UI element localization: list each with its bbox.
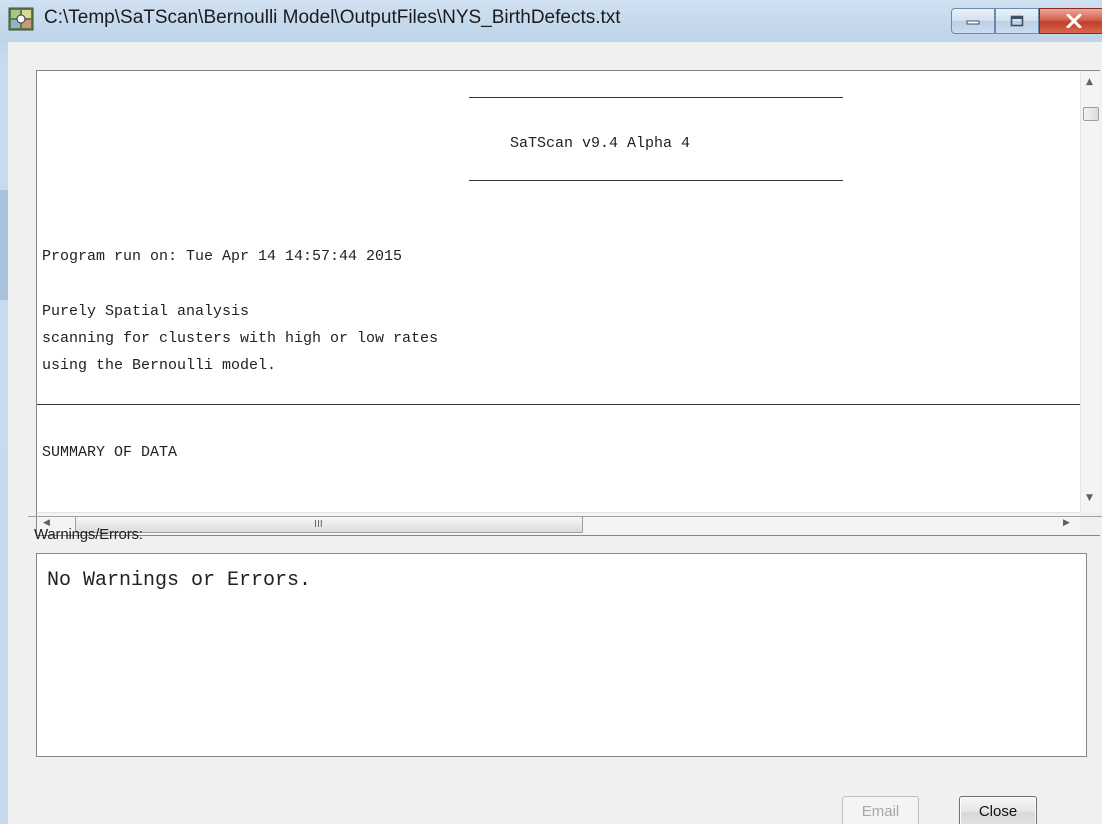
- minimize-icon: [966, 20, 980, 25]
- dialog-client-area: SaTScan v9.4 Alpha 4 Program run on: Tue…: [8, 42, 1102, 824]
- maximize-button[interactable]: [995, 8, 1039, 34]
- maximize-icon: [1010, 15, 1024, 27]
- results-viewport: SaTScan v9.4 Alpha 4 Program run on: Tue…: [37, 71, 1080, 512]
- satscan-app-icon: [8, 7, 34, 31]
- scroll-grip: III: [314, 519, 323, 530]
- analysis-line: using the Bernoulli model.: [42, 357, 277, 374]
- analysis-line: scanning for clusters with high or low r…: [42, 330, 439, 347]
- warnings-text: No Warnings or Errors.: [47, 569, 312, 592]
- separator-line: [28, 516, 1102, 517]
- vertical-scrollbar[interactable]: ▲ ▼: [1080, 71, 1100, 512]
- window-title: C:\Temp\SaTScan\Bernoulli Model\OutputFi…: [44, 7, 621, 28]
- scroll-right-icon[interactable]: ▶: [1063, 518, 1070, 528]
- window-edge: [0, 190, 8, 300]
- warnings-text-area[interactable]: No Warnings or Errors.: [36, 553, 1087, 757]
- email-button[interactable]: Email: [842, 796, 919, 824]
- results-text-area[interactable]: SaTScan v9.4 Alpha 4 Program run on: Tue…: [36, 70, 1100, 536]
- program-header: SaTScan v9.4 Alpha 4: [510, 135, 691, 152]
- section-rule: [37, 404, 1080, 405]
- vertical-scroll-thumb[interactable]: [1083, 107, 1099, 121]
- close-window-button[interactable]: [1039, 8, 1102, 34]
- close-icon: [1066, 14, 1082, 28]
- analysis-line: Purely Spatial analysis: [42, 303, 250, 320]
- warnings-label: Warnings/Errors:: [34, 526, 143, 543]
- minimize-button[interactable]: [951, 8, 995, 34]
- title-bar[interactable]: C:\Temp\SaTScan\Bernoulli Model\OutputFi…: [0, 0, 1102, 42]
- run-date-line: Program run on: Tue Apr 14 14:57:44 2015: [42, 248, 403, 265]
- header-rule-bottom: [469, 180, 843, 181]
- section-heading: SUMMARY OF DATA: [42, 444, 178, 461]
- close-button[interactable]: Close: [959, 796, 1037, 824]
- horizontal-scroll-thumb[interactable]: III: [75, 516, 583, 533]
- scroll-up-icon[interactable]: ▲: [1086, 77, 1093, 87]
- header-rule-top: [469, 97, 843, 98]
- output-window: C:\Temp\SaTScan\Bernoulli Model\OutputFi…: [0, 0, 1102, 824]
- scroll-down-icon[interactable]: ▼: [1086, 493, 1093, 503]
